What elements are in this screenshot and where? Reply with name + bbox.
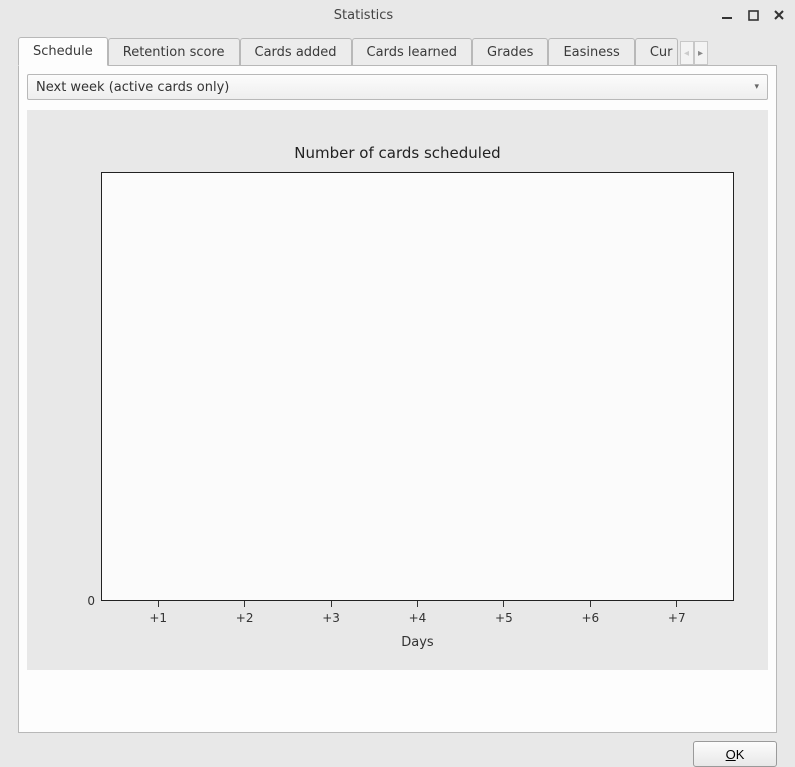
tab-label: Grades xyxy=(487,45,533,60)
x-tick-label: +4 xyxy=(409,611,427,625)
x-tick-label: +1 xyxy=(149,611,167,625)
tab-retention-score[interactable]: Retention score xyxy=(108,38,240,66)
minimize-icon[interactable] xyxy=(719,7,735,23)
tab-label: Cards learned xyxy=(367,45,458,60)
y-tick-label: 0 xyxy=(87,594,95,608)
plot-area xyxy=(101,172,734,601)
titlebar: Statistics xyxy=(0,0,795,30)
x-tick-label: +5 xyxy=(495,611,513,625)
ok-button[interactable]: OK xyxy=(693,741,777,767)
chart-area: Number of cards scheduled 0 xyxy=(27,110,768,670)
dialog-footer: OK xyxy=(0,733,795,767)
range-selector-value: Next week (active cards only) xyxy=(36,80,229,95)
tab-label: Retention score xyxy=(123,45,225,60)
x-axis: +1 +2 +3 +4 +5 +6 +7 xyxy=(101,601,734,635)
x-axis-label: Days xyxy=(101,635,734,650)
tab-schedule[interactable]: Schedule xyxy=(18,37,108,66)
chevron-down-icon: ▾ xyxy=(754,82,759,92)
x-tick-label: +2 xyxy=(236,611,254,625)
x-tick-label: +6 xyxy=(581,611,599,625)
tab-label: Schedule xyxy=(33,44,93,59)
maximize-icon[interactable] xyxy=(745,7,761,23)
tab-grades[interactable]: Grades xyxy=(472,38,548,66)
y-axis: 0 xyxy=(61,172,101,601)
x-tick-label: +3 xyxy=(322,611,340,625)
x-tick-label: +7 xyxy=(668,611,686,625)
tab-scroll-right-icon[interactable]: ▸ xyxy=(694,41,708,65)
chart-title: Number of cards scheduled xyxy=(61,144,734,162)
tab-scroll-controls: ◂ ▸ xyxy=(680,41,708,65)
tab-label: Easiness xyxy=(563,45,619,60)
tab-easiness[interactable]: Easiness xyxy=(548,38,634,66)
close-icon[interactable] xyxy=(771,7,787,23)
range-selector[interactable]: Next week (active cards only) ▾ xyxy=(27,74,768,100)
tab-label: Cur xyxy=(650,45,673,60)
tab-label: Cards added xyxy=(255,45,337,60)
tab-cards-added[interactable]: Cards added xyxy=(240,38,352,66)
tab-panel: Next week (active cards only) ▾ Number o… xyxy=(18,65,777,733)
tabbar: Schedule Retention score Cards added Car… xyxy=(18,34,777,65)
tab-overflow[interactable]: Cur xyxy=(635,38,678,66)
tab-cards-learned[interactable]: Cards learned xyxy=(352,38,473,66)
window-controls xyxy=(719,7,787,23)
window-title: Statistics xyxy=(8,8,719,23)
tab-scroll-left-icon[interactable]: ◂ xyxy=(680,41,694,65)
